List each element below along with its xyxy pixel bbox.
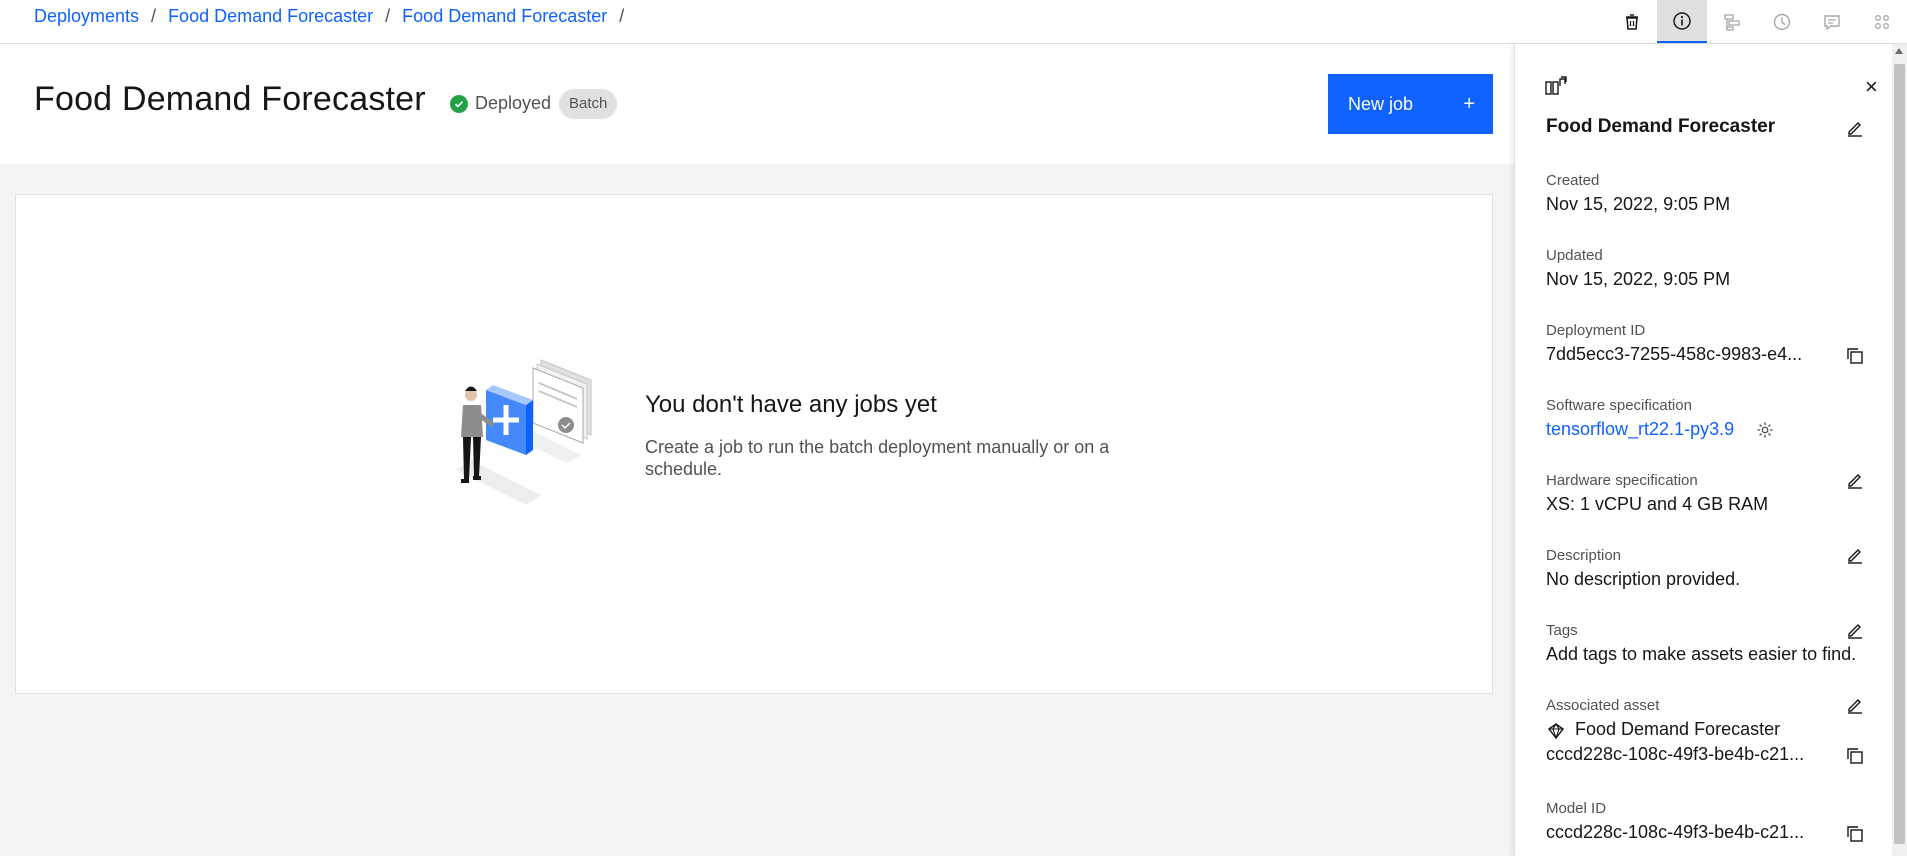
updated-value: Nov 15, 2022, 9:05 PM (1546, 269, 1731, 289)
edit-tags-icon[interactable] (1845, 620, 1865, 640)
main-content: You don't have any jobs yet Create a job… (0, 164, 1514, 856)
edit-name-icon[interactable] (1845, 118, 1865, 138)
model-id-value: cccd228c-108c-49f3-be4b-c21... (1546, 822, 1805, 842)
deployment-icon (1545, 76, 1567, 95)
breadcrumb-separator: / (385, 6, 391, 26)
panel-scrollbar[interactable] (1892, 44, 1907, 856)
empty-state-card: You don't have any jobs yet Create a job… (15, 194, 1493, 694)
about-panel: × Food Demand Forecaster Created Nov 15,… (1514, 44, 1892, 856)
page-title: Food Demand Forecaster (34, 80, 426, 118)
breadcrumb-space[interactable]: Food Demand Forecaster (168, 6, 373, 27)
top-bar: Deployments / Food Demand Forecaster / F… (0, 0, 1907, 44)
breadcrumb-separator: / (619, 6, 625, 26)
copy-asset-id-icon[interactable] (1845, 746, 1865, 766)
panel-title: Food Demand Forecaster (1546, 116, 1776, 137)
hardware-spec-label: Hardware specification (1546, 472, 1698, 489)
hierarchy-icon (1724, 13, 1740, 31)
plus-icon: + (1463, 92, 1475, 115)
apps-icon (1875, 14, 1889, 29)
breadcrumb-separator: / (151, 6, 157, 26)
edit-hardware-icon[interactable] (1845, 470, 1865, 490)
hierarchy-button[interactable] (1707, 0, 1757, 43)
scroll-up-arrow[interactable] (1895, 48, 1903, 54)
close-icon[interactable]: × (1865, 74, 1878, 100)
associated-asset-id: cccd228c-108c-49f3-be4b-c21... (1546, 744, 1805, 764)
apps-button[interactable] (1857, 0, 1907, 43)
created-value: Nov 15, 2022, 9:05 PM (1546, 194, 1731, 214)
comment-icon (1824, 14, 1840, 30)
description-label: Description (1546, 547, 1622, 564)
toolbar (1607, 0, 1907, 44)
page-header: Food Demand Forecaster Deployed Batch Ne… (0, 44, 1514, 164)
created-label: Created (1546, 172, 1600, 189)
new-job-label: New job (1348, 93, 1414, 114)
status-indicator: Deployed (450, 93, 551, 114)
tags-value: Add tags to make assets easier to find. (1546, 644, 1857, 664)
gear-icon[interactable] (1756, 421, 1774, 439)
breadcrumb-deployments[interactable]: Deployments (34, 6, 139, 27)
status-text: Deployed (475, 93, 552, 113)
deployment-id-label: Deployment ID (1546, 322, 1646, 339)
model-id-label: Model ID (1546, 800, 1607, 817)
breadcrumb-deployment[interactable]: Food Demand Forecaster (402, 6, 607, 27)
history-button[interactable] (1757, 0, 1807, 43)
empty-state-title: You don't have any jobs yet (645, 391, 937, 418)
history-icon (1773, 13, 1791, 30)
scroll-thumb[interactable] (1894, 64, 1905, 844)
delete-button[interactable] (1607, 0, 1657, 43)
model-icon (1547, 722, 1565, 740)
hardware-spec-value: XS: 1 vCPU and 4 GB RAM (1546, 494, 1769, 514)
empty-jobs-illustration (456, 359, 592, 505)
info-icon (1673, 11, 1691, 30)
edit-description-icon[interactable] (1845, 545, 1865, 565)
description-value: No description provided. (1546, 569, 1741, 589)
breadcrumb: Deployments / Food Demand Forecaster / F… (34, 6, 636, 27)
empty-state-description: Create a job to run the batch deployment… (645, 437, 1110, 479)
copy-deployment-id-icon[interactable] (1845, 346, 1865, 366)
deployment-type-badge: Batch (559, 89, 618, 119)
updated-label: Updated (1546, 247, 1603, 264)
edit-asset-icon[interactable] (1845, 695, 1865, 715)
associated-asset-name: Food Demand Forecaster (1575, 719, 1781, 739)
new-job-button[interactable]: New job + (1328, 74, 1493, 134)
comments-button[interactable] (1807, 0, 1857, 43)
deployment-id-value: 7dd5ecc3-7255-458c-9983-e4... (1546, 344, 1803, 364)
copy-model-id-icon[interactable] (1845, 824, 1865, 844)
info-button[interactable] (1657, 0, 1707, 43)
software-spec-label: Software specification (1546, 397, 1692, 414)
associated-asset-label: Associated asset (1546, 697, 1660, 714)
software-spec-link[interactable]: tensorflow_rt22.1-py3.9 (1546, 419, 1734, 440)
checkmark-icon (450, 94, 468, 113)
trash-icon (1626, 13, 1638, 30)
tags-label: Tags (1546, 622, 1578, 639)
